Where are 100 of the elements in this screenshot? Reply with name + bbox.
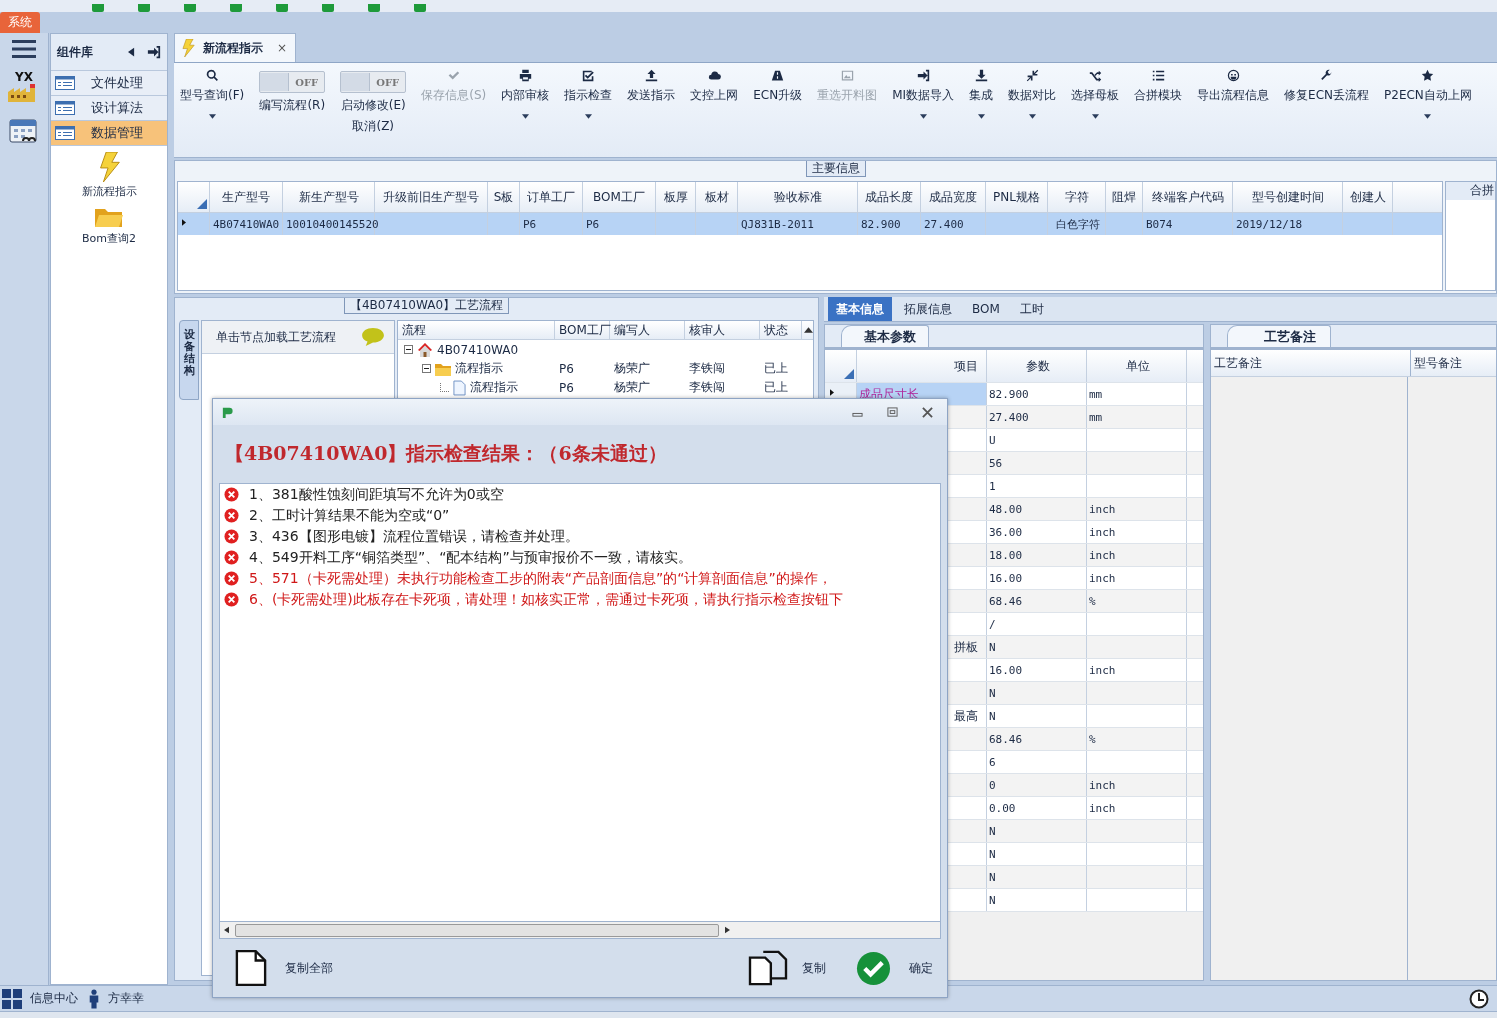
expander-icon[interactable] — [422, 364, 431, 373]
toolbar-button[interactable]: MI数据导入 — [892, 69, 955, 104]
column-header[interactable]: 新生产型号 — [283, 182, 375, 212]
tab[interactable]: BOM — [964, 297, 1008, 321]
shortcut-label[interactable]: 新流程指示 — [81, 184, 137, 199]
maximize-icon[interactable] — [887, 406, 898, 418]
document-tab[interactable]: 新流程指示 × — [174, 33, 297, 62]
toolbar-button[interactable]: 文控上网 — [690, 69, 739, 104]
toolbar-button[interactable]: 导出流程信息 — [1197, 69, 1270, 104]
toolbar-icon[interactable] — [136, 4, 152, 12]
tab[interactable]: 拓展信息 — [896, 297, 960, 321]
column-header[interactable]: 生产型号 — [210, 182, 283, 212]
tree-node[interactable]: 4B07410WA0 — [437, 342, 519, 357]
toolbar-icon[interactable] — [228, 4, 244, 12]
toggle-switch[interactable]: OFF — [340, 71, 407, 93]
caret-icon[interactable] — [521, 114, 529, 119]
column-header[interactable]: 创建人 — [1343, 182, 1393, 212]
column-header[interactable]: 核审人 — [685, 321, 760, 339]
tree-node[interactable]: 流程指示 — [470, 379, 518, 396]
caret-icon[interactable] — [919, 114, 927, 119]
grid-icon[interactable] — [2, 988, 22, 1009]
sign-in-icon[interactable] — [147, 45, 161, 59]
status-text[interactable]: 信息中心 — [30, 990, 78, 1007]
toolbar-button[interactable]: 数据对比 — [1008, 69, 1057, 104]
column-header[interactable]: 状态 — [760, 321, 802, 339]
side-tab[interactable]: 设备结构 — [179, 320, 199, 400]
tab[interactable]: 工时 — [1011, 297, 1052, 321]
copy-icon[interactable] — [748, 950, 788, 986]
column-header[interactable]: BOM工厂 — [555, 321, 610, 339]
scroll-thumb[interactable] — [235, 923, 719, 937]
column-header[interactable]: 编写人 — [610, 321, 685, 339]
lightning-icon[interactable] — [97, 152, 121, 182]
caret-icon[interactable] — [1028, 114, 1036, 119]
caret-icon[interactable] — [1091, 114, 1099, 119]
column-header[interactable]: 型号创建时间 — [1233, 182, 1343, 212]
toolbar-button[interactable]: 集成 — [969, 69, 994, 104]
column-header[interactable]: 流程 — [398, 321, 555, 339]
column-header[interactable]: 成品长度 — [858, 182, 921, 212]
toolbar-button[interactable]: 型号查询(F) — [180, 69, 245, 104]
expander-icon[interactable] — [404, 345, 413, 354]
column-header[interactable]: 字符 — [1048, 182, 1106, 212]
toolbar-icon[interactable] — [274, 4, 290, 12]
column-header[interactable]: 升级前旧生产型号 — [375, 182, 488, 212]
toolbar-button[interactable]: 选择母板 — [1071, 69, 1120, 104]
column-header[interactable]: 板材 — [696, 182, 738, 212]
toolbar-button[interactable]: 发送指示 — [627, 69, 676, 104]
status-text[interactable]: 方幸幸 — [108, 990, 144, 1007]
column-header[interactable]: 型号备注 — [1411, 350, 1462, 376]
checkmark-icon[interactable] — [856, 950, 891, 986]
person-icon[interactable] — [88, 988, 100, 1009]
table-row[interactable]: 4B07410WA0 10010400145520 P6 P6 QJ831B-2011 82.900 27.400 白色字符 B074 2019/12/18 — [178, 213, 1442, 235]
toolbar-button[interactable]: 修复ECN丢流程 — [1284, 69, 1370, 104]
column-header[interactable]: 成品宽度 — [921, 182, 986, 212]
toolbar-icon[interactable] — [412, 4, 428, 12]
column-header[interactable]: 工艺备注 — [1211, 350, 1411, 376]
category-item[interactable]: 文件处理 — [51, 70, 167, 95]
column-header[interactable]: S板 — [488, 182, 520, 212]
caret-icon[interactable] — [1424, 114, 1432, 119]
tab[interactable]: 基本信息 — [828, 297, 892, 321]
scroll-left-icon[interactable] — [224, 926, 229, 934]
clock-icon[interactable] — [1469, 988, 1489, 1009]
scroll-right-icon[interactable] — [725, 926, 730, 934]
column-header[interactable]: PNL规格 — [986, 182, 1048, 212]
caret-icon[interactable] — [977, 114, 985, 119]
column-header[interactable]: 板厚 — [656, 182, 696, 212]
document-icon[interactable] — [235, 949, 267, 987]
collapse-icon[interactable] — [128, 47, 135, 57]
toggle-switch[interactable]: OFF — [259, 71, 326, 93]
tree-node[interactable]: 流程指示 — [455, 360, 503, 377]
category-item[interactable]: 设计算法 — [51, 95, 167, 120]
column-header[interactable]: BOM工厂 — [583, 182, 656, 212]
toolbar-icon[interactable] — [366, 4, 382, 12]
column-header[interactable]: 终端客户代码 — [1143, 182, 1233, 212]
close-button[interactable]: × — [277, 41, 288, 55]
column-header[interactable]: 参数 — [987, 350, 1087, 382]
toolbar-icon[interactable] — [182, 4, 198, 12]
column-header[interactable]: 订单工厂 — [520, 182, 583, 212]
dialog-button[interactable]: 确定 — [909, 959, 933, 977]
panel-tab[interactable]: 基本参数 — [841, 325, 929, 347]
column-header[interactable]: 验收标准 — [738, 182, 858, 212]
column-header[interactable]: 阻焊 — [1106, 182, 1143, 212]
panel-tab[interactable]: 工艺备注 — [1227, 325, 1331, 347]
scroll-up-icon[interactable] — [804, 327, 813, 333]
toolbar-button[interactable]: ECN升级 — [753, 69, 803, 104]
toolbar-button[interactable]: 内部审核 — [501, 69, 550, 104]
caret-icon[interactable] — [584, 114, 592, 119]
category-item[interactable]: 数据管理 — [51, 120, 167, 145]
toolbar-button[interactable]: 指示检查 — [564, 69, 613, 104]
toolbar-button[interactable]: P2ECN自动上网 — [1384, 69, 1472, 104]
dialog-button[interactable]: 复制 — [802, 959, 826, 977]
shortcut-label[interactable]: Bom查询2 — [82, 231, 136, 246]
dialog-button[interactable]: 复制全部 — [285, 959, 333, 977]
cancel-button[interactable]: 取消(Z) — [352, 118, 395, 135]
caret-icon[interactable] — [208, 114, 216, 119]
column-header[interactable]: 单位 — [1087, 350, 1187, 382]
toolbar-icon[interactable] — [90, 4, 106, 12]
menu-icon[interactable] — [12, 39, 36, 59]
horizontal-scrollbar[interactable] — [219, 922, 941, 939]
toolbar-icon[interactable] — [320, 4, 336, 12]
close-icon[interactable] — [922, 406, 933, 418]
